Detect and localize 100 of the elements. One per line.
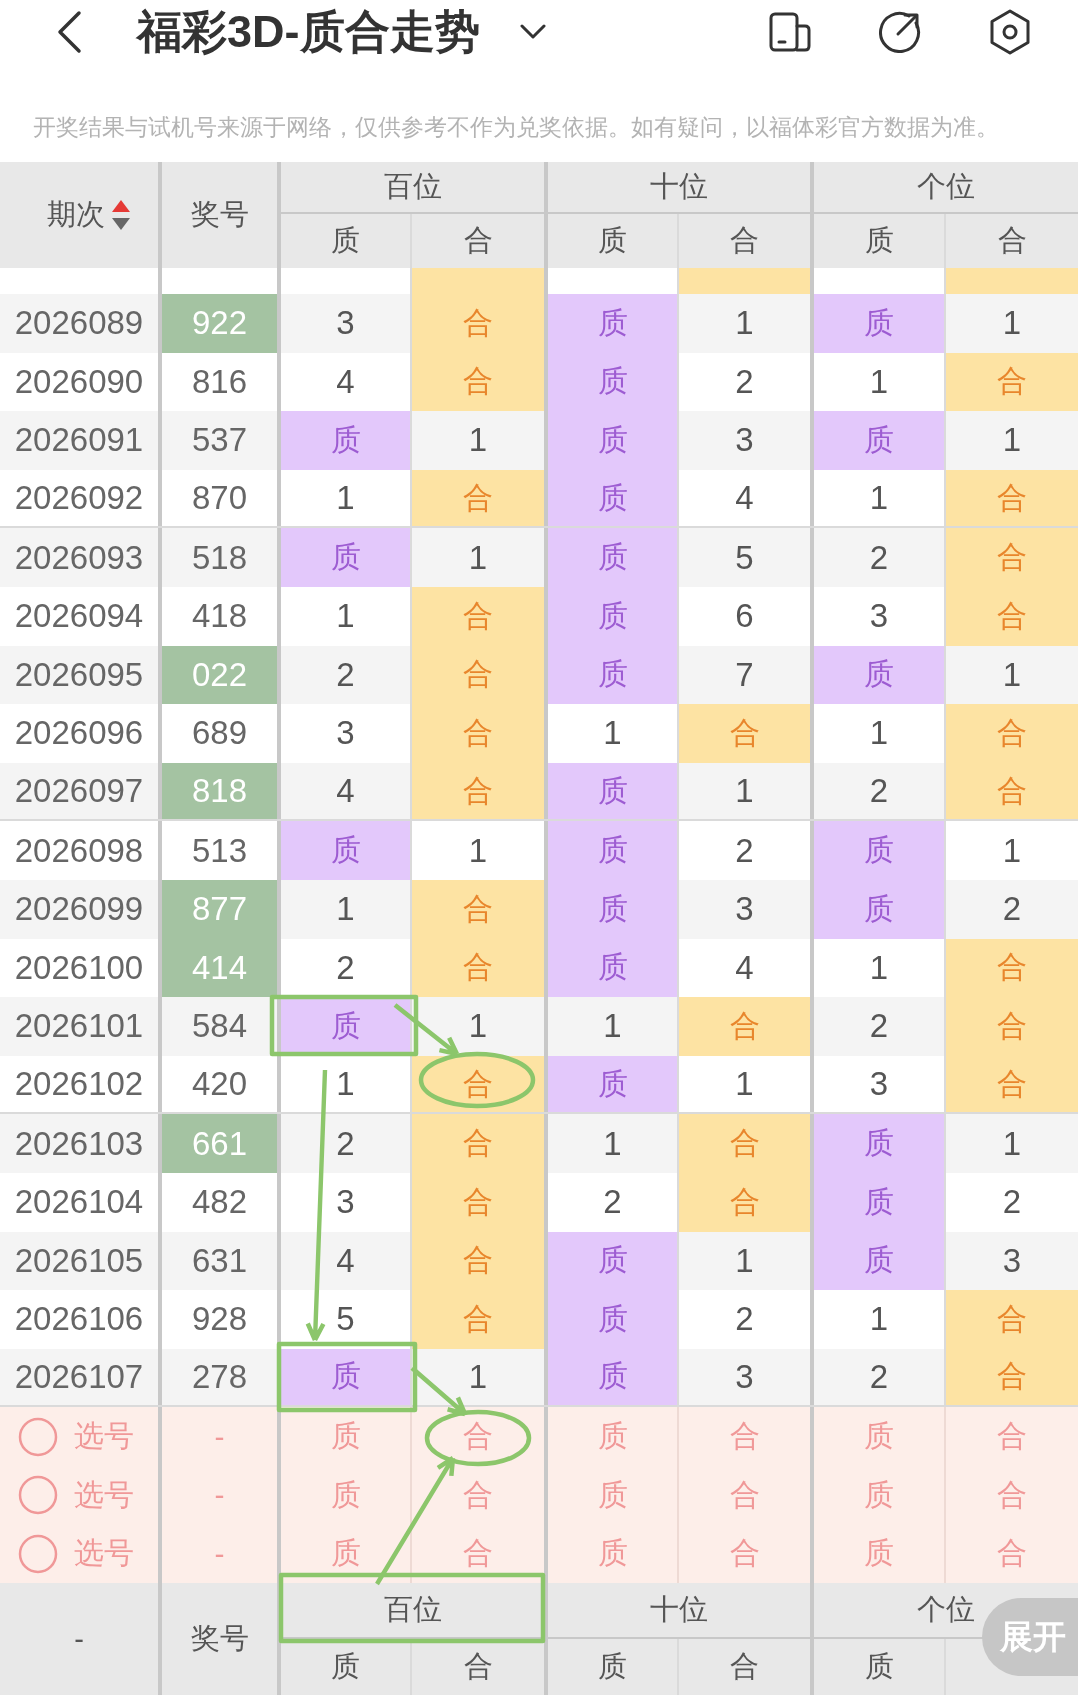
annotation-arrow — [410, 1366, 468, 1417]
table-cell: 1 — [946, 645, 1078, 705]
table-cell: 2026095 — [0, 645, 162, 705]
table-cell: 3 — [946, 1231, 1078, 1291]
devices-icon[interactable] — [769, 12, 811, 52]
table-cell: 2026089 — [0, 294, 162, 353]
table-cell: 质 — [814, 1114, 946, 1173]
pick-option[interactable]: 合 — [946, 1407, 1078, 1466]
table-cell: 质 — [548, 762, 679, 820]
table-cell: 合 — [946, 762, 1078, 820]
table-cell: 2 — [946, 879, 1078, 939]
table-cell: 2026091 — [0, 411, 162, 470]
table-cell: 877 — [162, 879, 281, 939]
table-cell: 2026105 — [0, 1231, 162, 1291]
table-cell: 合 — [412, 294, 548, 353]
table-cell: 1 — [412, 1348, 548, 1406]
settings-icon[interactable] — [989, 9, 1031, 55]
radio-button[interactable] — [18, 1533, 58, 1574]
table-cell: 2026093 — [0, 528, 162, 587]
table-cell: 1 — [281, 879, 412, 939]
pick-option[interactable]: 合 — [946, 1465, 1078, 1525]
table-cell: 合 — [946, 997, 1078, 1056]
table-cell: 质 — [281, 528, 412, 587]
radio-button[interactable] — [18, 1475, 58, 1516]
table-cell: 1 — [679, 762, 814, 820]
table-cell: 合 — [946, 1290, 1078, 1349]
table-cell: 合 — [946, 938, 1078, 998]
table-cell: 2026103 — [0, 1114, 162, 1173]
table-cell: 合 — [946, 586, 1078, 646]
table-cell: 质 — [548, 938, 679, 998]
column-header: 质 — [548, 1639, 679, 1696]
table-cell: 3 — [679, 879, 814, 939]
table-cell: 合 — [412, 352, 548, 412]
table-cell: 合 — [412, 762, 548, 820]
table-cell: 2 — [814, 762, 946, 820]
table-cell: 质 — [548, 469, 679, 527]
table-cell: 质 — [548, 1055, 679, 1113]
table-cell: 5 — [679, 528, 814, 587]
table-cell: 7 — [679, 645, 814, 705]
table-cell: 2026097 — [0, 762, 162, 820]
column-header: 个位 — [917, 169, 975, 204]
column-header: 合 — [679, 1639, 814, 1696]
table-cell: 合 — [946, 704, 1078, 763]
sort-icon[interactable] — [111, 199, 131, 231]
table-cell: 818 — [162, 762, 281, 820]
page-title: 福彩3D-质合走势 — [137, 6, 480, 58]
pick-option[interactable]: 合 — [946, 1524, 1078, 1584]
table-cell: 质 — [281, 411, 412, 470]
table-cell: 1 — [412, 997, 548, 1056]
table-cell: 1 — [946, 1114, 1078, 1173]
disclaimer-text: 开奖结果与试机号来源于网络，仅供参考不作为兑奖依据。如有疑问，以福体彩官方数据为准。 — [33, 113, 1000, 142]
share-icon[interactable] — [879, 11, 921, 53]
table-cell: 合 — [946, 352, 1078, 412]
table-cell: 2026101 — [0, 997, 162, 1056]
table-cell: 584 — [162, 997, 281, 1056]
column-header: 合 — [996, 223, 1028, 258]
chevron-down-icon[interactable] — [519, 24, 546, 40]
table-cell: 合 — [412, 938, 548, 998]
table-cell: 质 — [814, 645, 946, 705]
annotation-arrow — [393, 1003, 459, 1057]
radio-button[interactable] — [18, 1416, 58, 1457]
table-cell: 合 — [946, 469, 1078, 527]
table-cell: 质 — [548, 294, 679, 353]
table-cell: 质 — [814, 294, 946, 353]
table-cell: 合 — [946, 1348, 1078, 1406]
table-cell: 质 — [814, 1231, 946, 1291]
table-cell: 1 — [548, 997, 679, 1056]
table-cell: 2 — [814, 528, 946, 587]
table-cell: 质 — [548, 821, 679, 880]
table-cell: 1 — [412, 528, 548, 587]
table-cell: 2026107 — [0, 1348, 162, 1406]
table-cell: 质 — [548, 879, 679, 939]
table-cell: 质 — [548, 586, 679, 646]
table-cell: 3 — [679, 1348, 814, 1406]
table-cell: 合 — [412, 645, 548, 705]
table-cell: 1 — [679, 294, 814, 353]
table-cell: 537 — [162, 411, 281, 470]
table-cell: 质 — [281, 1348, 412, 1406]
table-cell: 3 — [281, 294, 412, 353]
table-cell: 合 — [679, 1114, 814, 1173]
table-cell: 518 — [162, 528, 281, 587]
table-cell: 合 — [679, 704, 814, 763]
table-cell: 质 — [548, 411, 679, 470]
column-header: 合 — [412, 1639, 548, 1696]
table-cell: 合 — [679, 1172, 814, 1232]
table-cell: 2 — [281, 645, 412, 705]
table-cell: 合 — [412, 1114, 548, 1173]
table-cell: 414 — [162, 938, 281, 998]
table-cell: 合 — [412, 1172, 548, 1232]
table-cell: 1 — [679, 1231, 814, 1291]
back-icon[interactable] — [55, 10, 83, 54]
table-cell: 合 — [946, 1055, 1078, 1113]
expand-button[interactable]: 展开 — [982, 1598, 1078, 1677]
column-header: 个位 — [917, 1592, 975, 1628]
table-cell: 2 — [281, 1114, 412, 1173]
table-cell: 合 — [946, 528, 1078, 587]
table-cell: 合 — [412, 879, 548, 939]
table-cell: 合 — [412, 1231, 548, 1291]
column-header[interactable]: 期次 — [47, 195, 105, 235]
table-cell: 质 — [548, 528, 679, 587]
